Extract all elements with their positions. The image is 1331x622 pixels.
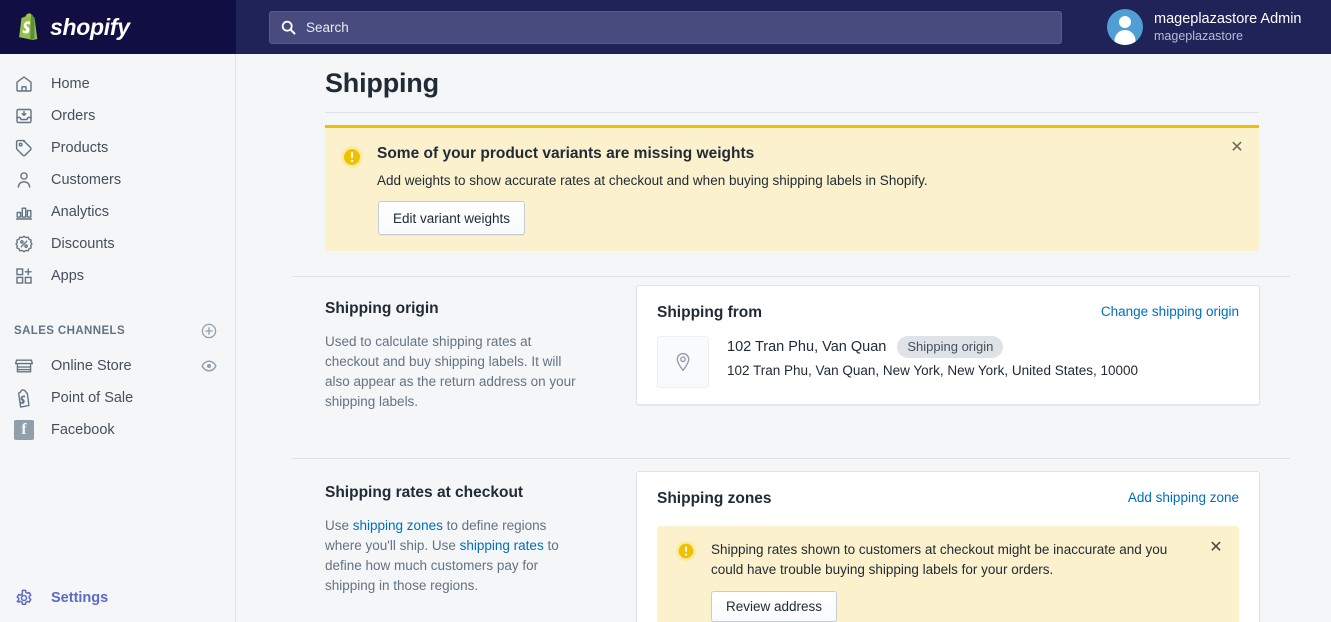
sidebar-item-online-store[interactable]: Online Store — [0, 350, 235, 382]
apps-grid-plus-icon — [14, 266, 34, 286]
section-divider-rates — [292, 458, 1290, 459]
warning-circle-icon — [340, 145, 364, 169]
shipping-zones-link[interactable]: shipping zones — [353, 518, 443, 533]
sidebar: Home Orders Products Customers Analytics… — [0, 54, 236, 622]
shipping-origin-address: 102 Tran Phu, Van Quan Shipping origin 1… — [727, 336, 1138, 378]
sidebar-item-discounts[interactable]: Discounts — [0, 228, 235, 260]
sidebar-item-orders[interactable]: Orders — [0, 100, 235, 132]
sales-channels-title: SALES CHANNELS — [14, 325, 126, 337]
shopify-wordmark: shopify — [50, 13, 130, 40]
user-name: mageplazastore Admin — [1154, 10, 1302, 27]
user-avatar-icon — [1107, 9, 1143, 45]
status-badge: Shipping origin — [897, 336, 1004, 358]
search-placeholder: Search — [306, 19, 349, 35]
shopify-bag-icon — [14, 12, 41, 42]
sidebar-item-label: Home — [51, 76, 90, 92]
page-title: Shipping — [325, 68, 439, 98]
sidebar-item-analytics[interactable]: Analytics — [0, 196, 235, 228]
analytics-bars-icon — [14, 202, 34, 222]
shipping-rates-heading: Shipping rates at checkout — [325, 484, 524, 501]
warning-circle-icon — [675, 540, 697, 562]
sidebar-item-products[interactable]: Products — [0, 132, 235, 164]
shopify-admin-shipping-page: shopify Search mageplazastore Admin mage… — [0, 0, 1331, 622]
inaccurate-rates-banner: Shipping rates shown to customers at che… — [657, 526, 1239, 622]
sidebar-main-nav: Home Orders Products Customers Analytics… — [0, 54, 235, 292]
sales-channels-list: Online Store Point of Sale f Facebook — [0, 346, 235, 446]
sidebar-item-label: Discounts — [51, 236, 115, 252]
shipping-zones-card: Shipping zones Add shipping zone Shippin… — [636, 471, 1260, 622]
sidebar-item-settings[interactable]: Settings — [0, 588, 235, 608]
point-of-sale-icon — [14, 388, 34, 408]
sidebar-item-label: Settings — [51, 590, 109, 606]
title-divider — [325, 112, 1259, 113]
discounts-percent-icon — [14, 234, 34, 254]
sidebar-item-label: Online Store — [51, 358, 132, 374]
plus-circle-icon[interactable] — [201, 323, 217, 339]
shipping-origin-heading: Shipping origin — [325, 300, 439, 317]
sidebar-item-label: Apps — [51, 268, 85, 284]
shipping-rates-link[interactable]: shipping rates — [460, 538, 544, 553]
location-pin-box — [657, 336, 709, 388]
shipping-from-card: Shipping from Change shipping origin 102… — [636, 285, 1260, 405]
shipping-rates-description: Use shipping zones to define regions whe… — [325, 516, 577, 596]
sidebar-item-point-of-sale[interactable]: Point of Sale — [0, 382, 235, 414]
location-pin-icon — [672, 351, 694, 373]
sidebar-item-label: Facebook — [51, 422, 115, 438]
shipping-origin-description: Used to calculate shipping rates at chec… — [325, 334, 576, 409]
address-full: 102 Tran Phu, Van Quan, New York, New Yo… — [727, 363, 1139, 378]
search-container: Search — [269, 10, 1062, 44]
banner-title: Some of your product variants are missin… — [377, 145, 755, 162]
products-tag-icon — [14, 138, 34, 158]
home-icon — [14, 74, 34, 94]
sidebar-item-apps[interactable]: Apps — [0, 260, 235, 292]
edit-variant-weights-button[interactable]: Edit variant weights — [378, 201, 526, 235]
search-input[interactable]: Search — [269, 10, 1062, 44]
shipping-zones-header: Shipping zones Add shipping zone — [637, 472, 1259, 508]
change-shipping-origin-link[interactable]: Change shipping origin — [1101, 304, 1239, 319]
user-info: mageplazastore Admin mageplazastore — [1154, 11, 1302, 44]
facebook-icon: f — [14, 420, 34, 440]
sidebar-item-label: Products — [51, 140, 109, 156]
eye-icon[interactable] — [201, 358, 217, 374]
sidebar-item-label: Point of Sale — [51, 390, 134, 406]
close-icon[interactable]: ✕ — [1227, 138, 1247, 158]
banner-body: Add weights to show accurate rates at ch… — [377, 173, 928, 188]
sidebar-item-label: Analytics — [51, 204, 110, 220]
add-shipping-zone-link[interactable]: Add shipping zone — [1128, 490, 1239, 505]
address-name: 102 Tran Phu, Van Quan — [727, 339, 887, 355]
gear-icon — [14, 588, 34, 608]
sidebar-item-facebook[interactable]: f Facebook — [0, 414, 235, 446]
top-bar: shopify Search mageplazastore Admin mage… — [0, 0, 1331, 54]
sales-channels-header: SALES CHANNELS — [0, 316, 235, 346]
customers-person-icon — [14, 170, 34, 190]
orders-inbox-icon — [14, 106, 34, 126]
sidebar-item-label: Customers — [51, 172, 122, 188]
review-address-button[interactable]: Review address — [711, 591, 838, 622]
sidebar-item-home[interactable]: Home — [0, 68, 235, 100]
sidebar-item-label: Orders — [51, 108, 96, 124]
close-icon[interactable]: ✕ — [1207, 539, 1225, 557]
inner-banner-text: Shipping rates shown to customers at che… — [711, 542, 1168, 577]
section-divider-origin — [292, 276, 1290, 277]
shipping-origin-address-row: 102 Tran Phu, Van Quan Shipping origin 1… — [637, 322, 1259, 388]
main-content: Shipping Some of your product variants a… — [237, 54, 1331, 622]
shipping-from-heading: Shipping from — [657, 304, 763, 321]
online-store-icon — [14, 356, 34, 376]
user-menu[interactable]: mageplazastore Admin mageplazastore — [1081, 0, 1331, 54]
missing-weights-banner: Some of your product variants are missin… — [325, 125, 1259, 251]
address-name-row: 102 Tran Phu, Van Quan Shipping origin — [727, 336, 1138, 358]
shipping-zones-heading: Shipping zones — [657, 490, 772, 507]
shopify-logo[interactable]: shopify — [0, 0, 236, 54]
shipping-origin-info: Shipping origin Used to calculate shippi… — [325, 300, 577, 412]
user-store-name: mageplazastore — [1154, 28, 1243, 43]
search-icon — [281, 20, 296, 35]
desc-part-1: Use — [325, 518, 353, 533]
sidebar-item-customers[interactable]: Customers — [0, 164, 235, 196]
shipping-from-header: Shipping from Change shipping origin — [637, 286, 1259, 322]
shipping-rates-info: Shipping rates at checkout Use shipping … — [325, 484, 577, 596]
